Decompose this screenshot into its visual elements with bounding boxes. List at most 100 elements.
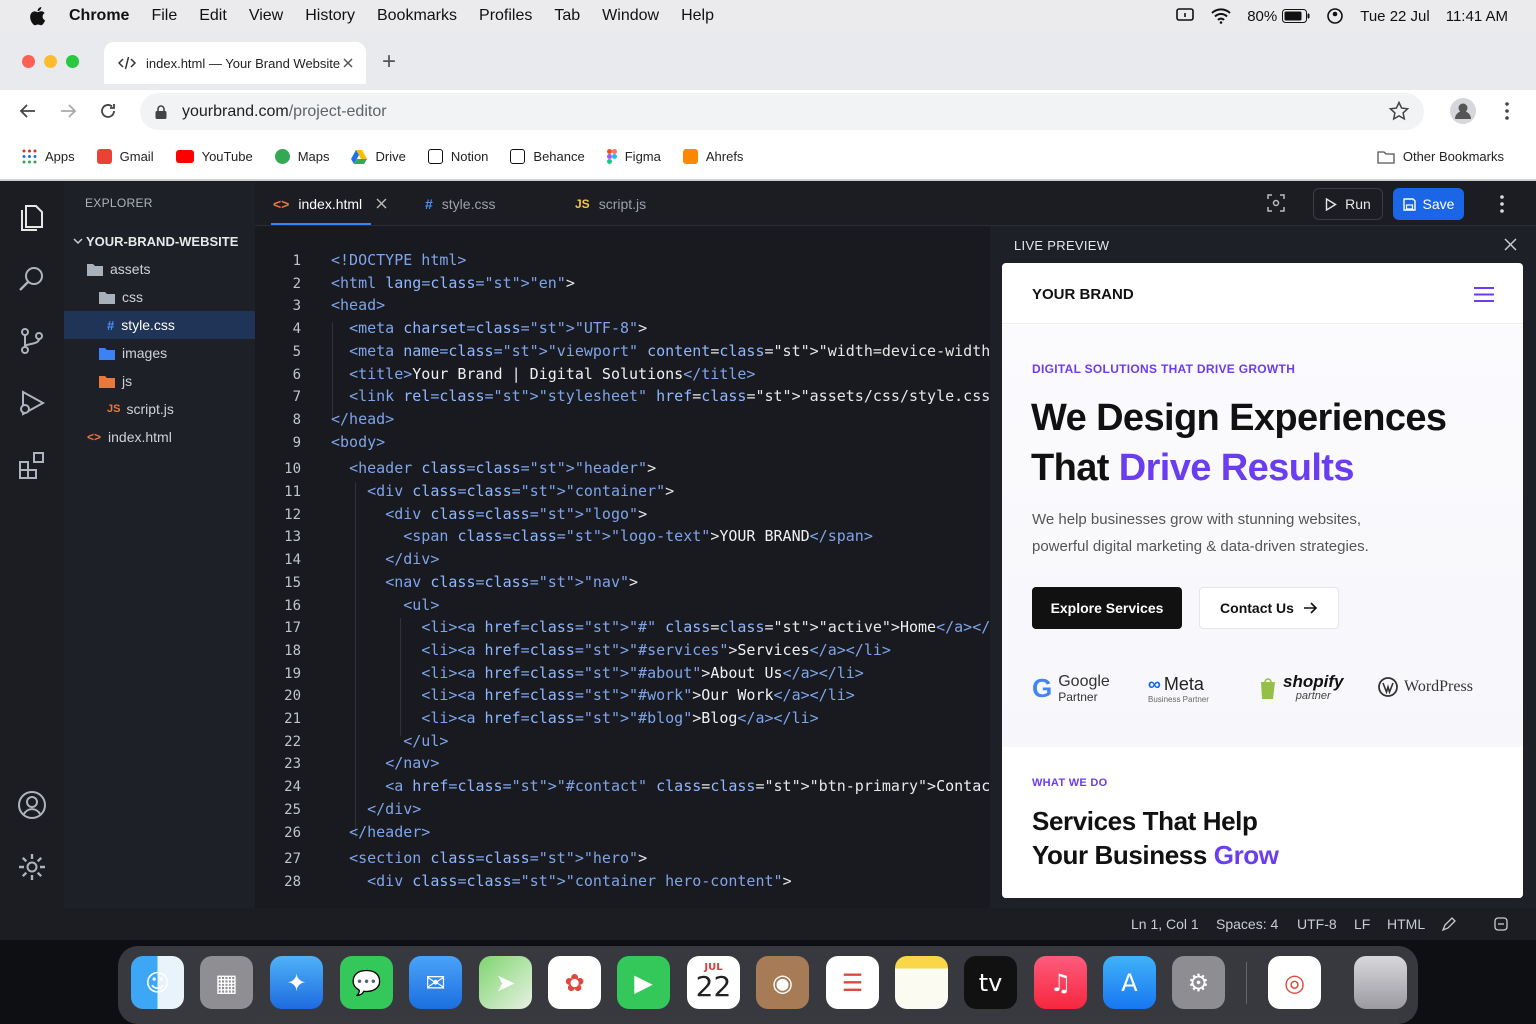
menu-window[interactable]: Window xyxy=(591,7,670,25)
dock-trash-icon[interactable] xyxy=(1354,956,1407,1009)
dock-chrome-icon[interactable]: ◎ xyxy=(1268,956,1321,1009)
code-line[interactable]: <li><a href=class="st">"#" class=class="… xyxy=(331,618,990,636)
tree-item-css[interactable]: css xyxy=(64,283,255,311)
code-line[interactable]: <div class=class="st">"logo"> xyxy=(331,505,647,523)
bookmark-star-icon[interactable] xyxy=(1388,100,1410,122)
wifi-icon[interactable] xyxy=(1211,8,1231,24)
menu-file[interactable]: File xyxy=(140,7,188,25)
dock-contacts-icon[interactable]: ◉ xyxy=(756,956,809,1009)
more-options-icon[interactable] xyxy=(1495,194,1509,214)
search-icon[interactable] xyxy=(16,263,48,295)
tree-item-style-css[interactable]: # style.css xyxy=(64,311,255,339)
save-button[interactable]: Save xyxy=(1393,188,1464,220)
code-line[interactable]: <span class=class="st">"logo-text">YOUR … xyxy=(331,527,873,545)
code-line[interactable]: </head> xyxy=(331,410,394,428)
tab-style-css[interactable]: # style.css xyxy=(425,181,495,226)
code-line[interactable]: <li><a href=class="st">"#blog">Blog</a><… xyxy=(331,709,818,727)
code-line[interactable]: </nav> xyxy=(331,754,439,772)
tree-item-assets[interactable]: assets xyxy=(64,255,255,283)
close-tab-icon[interactable] xyxy=(376,198,387,209)
code-line[interactable]: <li><a href=class="st">"#work">Our Work<… xyxy=(331,686,855,704)
profile-avatar-icon[interactable] xyxy=(1450,98,1476,124)
tab-script-js[interactable]: JS script.js xyxy=(575,181,646,226)
menubar-date[interactable]: Tue 22 Jul xyxy=(1360,8,1430,25)
code-line[interactable]: <meta name=class="st">"viewport" content… xyxy=(331,342,990,360)
close-preview-icon[interactable] xyxy=(1504,238,1517,251)
menubar-time[interactable]: 11:41 AM xyxy=(1446,8,1508,25)
menu-history[interactable]: History xyxy=(294,7,366,25)
address-bar[interactable]: yourbrand.com/project-editor xyxy=(140,93,1424,130)
tree-item-index-html[interactable]: <> index.html xyxy=(64,423,255,451)
reload-icon[interactable] xyxy=(98,101,118,121)
run-button[interactable]: Run xyxy=(1313,188,1383,220)
battery-icon[interactable] xyxy=(1282,9,1310,23)
control-center-icon[interactable] xyxy=(1326,7,1344,25)
indentation-setting[interactable]: Spaces: 4 xyxy=(1216,916,1278,932)
bookmark-notion[interactable]: Notion xyxy=(427,149,488,164)
file-encoding[interactable]: UTF-8 xyxy=(1297,916,1337,932)
menu-view[interactable]: View xyxy=(238,7,294,25)
dock-photos-icon[interactable]: ✿ xyxy=(548,956,601,1009)
zoom-window-button[interactable] xyxy=(66,55,79,68)
bookmark-gmail[interactable]: Gmail xyxy=(96,149,154,164)
project-root[interactable]: YOUR-BRAND-WEBSITE xyxy=(64,227,255,255)
code-line[interactable]: </header> xyxy=(331,823,430,841)
dock-tv-icon[interactable]: tv xyxy=(964,956,1017,1009)
contact-us-button[interactable]: Contact Us xyxy=(1199,587,1339,629)
code-line[interactable]: <html lang=class="st">"en"> xyxy=(331,274,575,292)
tree-item-js[interactable]: js xyxy=(64,367,255,395)
dock-messages-icon[interactable]: 💬 xyxy=(340,956,393,1009)
bookmark-figma[interactable]: Figma xyxy=(606,149,661,164)
preview-page[interactable]: YOUR BRAND DIGITAL SOLUTIONS THAT DRIVE … xyxy=(1002,263,1523,898)
source-control-icon[interactable] xyxy=(16,325,48,357)
code-line[interactable]: <li><a href=class="st">"#about">About Us… xyxy=(331,664,864,682)
menu-bookmarks[interactable]: Bookmarks xyxy=(366,7,468,25)
feedback-icon[interactable] xyxy=(1441,916,1457,932)
explore-services-button[interactable]: Explore Services xyxy=(1032,587,1182,629)
menu-profiles[interactable]: Profiles xyxy=(468,7,543,25)
code-line[interactable]: <nav class=class="st">"nav"> xyxy=(331,573,638,591)
extensions-icon[interactable] xyxy=(16,449,48,481)
other-bookmarks[interactable]: Other Bookmarks xyxy=(1377,149,1504,164)
screenshot-icon[interactable] xyxy=(1267,194,1285,212)
minimize-window-button[interactable] xyxy=(44,55,57,68)
account-icon[interactable] xyxy=(16,789,48,821)
forward-icon[interactable] xyxy=(58,101,78,121)
code-line[interactable]: <header class=class="st">"header"> xyxy=(331,459,656,477)
menu-app-name[interactable]: Chrome xyxy=(58,7,140,25)
tree-item-script-js[interactable]: JS script.js xyxy=(64,395,255,423)
chrome-menu-icon[interactable] xyxy=(1500,101,1514,121)
dock-mail-icon[interactable]: ✉ xyxy=(409,956,462,1009)
new-tab-button[interactable]: + xyxy=(382,48,396,76)
bookmark-youtube[interactable]: YouTube xyxy=(175,149,253,164)
code-line[interactable]: <ul> xyxy=(331,596,439,614)
code-line[interactable]: <body> xyxy=(331,433,385,451)
code-line[interactable]: <li><a href=class="st">"#services">Servi… xyxy=(331,641,891,659)
dock-music-icon[interactable]: ♫ xyxy=(1034,956,1087,1009)
explorer-files-icon[interactable] xyxy=(16,201,48,233)
bookmark-apps[interactable]: Apps xyxy=(22,149,75,164)
dock-reminders-icon[interactable]: ☰ xyxy=(826,956,879,1009)
dock-app-store-icon[interactable]: A xyxy=(1103,956,1156,1009)
code-line[interactable]: <div class=class="st">"container hero-co… xyxy=(331,872,791,890)
dock-calendar-icon[interactable]: JUL 22 xyxy=(687,956,740,1009)
display-icon[interactable] xyxy=(1175,7,1195,25)
menu-tab[interactable]: Tab xyxy=(543,7,591,25)
code-line[interactable]: <meta charset=class="st">"UTF-8"> xyxy=(331,319,647,337)
code-line[interactable]: </div> xyxy=(331,800,421,818)
code-line[interactable]: </ul> xyxy=(331,732,448,750)
bookmark-maps[interactable]: Maps xyxy=(274,149,329,164)
code-line[interactable]: <head> xyxy=(331,296,385,314)
tab-index-html[interactable]: <> index.html xyxy=(273,181,387,226)
dock-maps-icon[interactable]: ➤ xyxy=(479,956,532,1009)
bookmark-behance[interactable]: Behance xyxy=(510,149,585,164)
hamburger-menu-icon[interactable] xyxy=(1474,287,1494,302)
close-window-button[interactable] xyxy=(22,55,35,68)
cursor-position[interactable]: Ln 1, Col 1 xyxy=(1131,916,1199,932)
code-line[interactable]: </div> xyxy=(331,550,439,568)
lock-icon[interactable] xyxy=(154,104,168,120)
code-line[interactable]: <div class=class="st">"container"> xyxy=(331,482,674,500)
tree-item-images[interactable]: images xyxy=(64,339,255,367)
code-line[interactable]: <section class=class="st">"hero"> xyxy=(331,849,647,867)
dock-notes-icon[interactable] xyxy=(895,956,948,1009)
